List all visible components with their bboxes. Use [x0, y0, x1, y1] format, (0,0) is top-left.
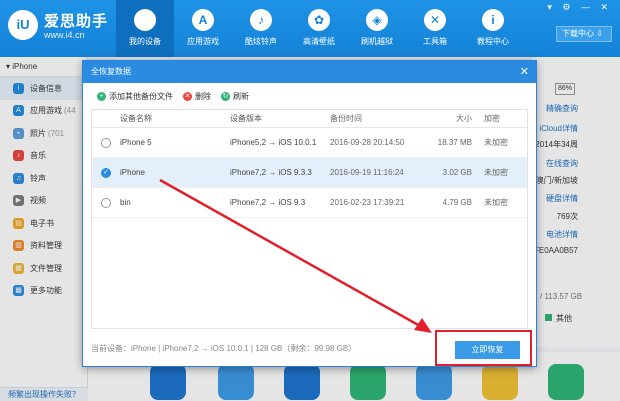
nav-label: 我的设备: [129, 37, 161, 46]
nav-item-0[interactable]: 我的设备: [116, 0, 174, 57]
col-encryption: 加密: [484, 114, 500, 123]
cell-encryption: 未加密: [484, 198, 508, 207]
dialog-toolbar: + 添加其他备份文件 ✕ 删除 ↻ 刷新: [97, 91, 249, 102]
close-icon[interactable]: ✕: [520, 61, 529, 83]
restore-dialog: 全恢复数据 ✕ + 添加其他备份文件 ✕ 删除 ↻ 刷新 设备名称 设备版本 备份时间 大…: [82, 60, 537, 367]
top-bar: iU 爱思助手 www.i4.cn 我的设备 A 应用游戏 ♪ 酷炫铃声 ✿ 高清壁纸 ◈ 刷机…: [0, 0, 620, 57]
brand-url: www.i4.cn: [44, 30, 85, 40]
cell-encryption: 未加密: [484, 168, 508, 177]
apple-icon: [134, 9, 156, 31]
box-icon: ◈: [366, 9, 388, 31]
window-controls[interactable]: ▾ ⚙ — ✕: [547, 2, 612, 13]
table-row[interactable]: bin iPhone7,2 → iOS 9.3 2016-02-23 17:39:2…: [92, 188, 527, 218]
table-header: 设备名称 设备版本 备份时间 大小 加密: [92, 110, 527, 128]
nav-item-3[interactable]: ✿ 高清壁纸: [290, 0, 348, 57]
radio-icon[interactable]: [101, 197, 111, 208]
nav-label: 刷机越狱: [361, 37, 393, 46]
col-size: 大小: [456, 114, 472, 123]
col-device-name: 设备名称: [120, 114, 152, 123]
toolbar-label: 刷新: [233, 92, 249, 101]
row-select-cell[interactable]: ✓: [92, 167, 120, 178]
app-logo: iU: [8, 10, 38, 40]
col-device-version: 设备版本: [230, 114, 262, 123]
toolbar-label: 删除: [195, 92, 211, 101]
dialog-title: 全恢复数据: [91, 67, 131, 76]
annotation-highlight-box: [435, 330, 532, 366]
checked-radio-icon[interactable]: ✓: [101, 167, 111, 178]
nav-item-6[interactable]: i 教程中心: [464, 0, 522, 57]
cell-device-name: iPhone 5: [120, 138, 152, 147]
delete-icon: ✕: [183, 92, 192, 101]
cell-device-version: iPhone7,2 → iOS 9.3: [230, 198, 306, 207]
download-center-button[interactable]: 下载中心 ⇩: [556, 26, 612, 42]
cell-backup-time: 2016-02-23 17:39:21: [330, 198, 405, 207]
cell-backup-time: 2016-09-19 11:16:24: [330, 168, 404, 177]
cell-encryption: 未加密: [484, 138, 508, 147]
table-row[interactable]: iPhone 5 iPhone5,2 → iOS 10.0.1 2016-09-28…: [92, 128, 527, 158]
col-backup-time: 备份时间: [330, 114, 362, 123]
table-row[interactable]: ✓ iPhone iPhone7,2 → iOS 9.3.3 2016-09-19 1…: [92, 158, 527, 188]
cell-size: 3.02 GB: [442, 168, 472, 177]
cell-size: 4.79 GB: [442, 198, 472, 207]
nav-item-4[interactable]: ◈ 刷机越狱: [348, 0, 406, 57]
add-icon: +: [97, 92, 106, 101]
main-nav: 我的设备 A 应用游戏 ♪ 酷炫铃声 ✿ 高清壁纸 ◈ 刷机越狱 ✕ 工具箱 i 教程中心: [116, 0, 522, 57]
nav-item-2[interactable]: ♪ 酷炫铃声: [232, 0, 290, 57]
current-device-info: 当前设备：iPhone | iPhone7,2 → iOS 10.0.1 | 1…: [91, 344, 357, 353]
refresh-icon: ↻: [221, 92, 230, 101]
cell-size: 18.37 MB: [437, 138, 472, 147]
info-icon: i: [482, 9, 504, 31]
refresh-button[interactable]: ↻ 刷新: [221, 91, 249, 102]
row-select-cell[interactable]: [92, 137, 120, 148]
nav-label: 应用游戏: [187, 37, 219, 46]
cell-backup-time: 2016-09-28 20:14:50: [330, 138, 405, 147]
delete-button[interactable]: ✕ 删除: [183, 91, 211, 102]
cell-device-name: iPhone: [120, 168, 145, 177]
flower-icon: ✿: [308, 9, 330, 31]
cell-device-version: iPhone7,2 → iOS 9.3.3: [230, 168, 312, 177]
nav-label: 高清壁纸: [303, 37, 335, 46]
row-select-cell[interactable]: [92, 197, 120, 208]
radio-icon[interactable]: [101, 137, 111, 148]
cell-device-version: iPhone5,2 → iOS 10.0.1: [230, 138, 317, 147]
nav-item-5[interactable]: ✕ 工具箱: [406, 0, 464, 57]
toolbar-label: 添加其他备份文件: [109, 92, 173, 101]
add-backup-button[interactable]: + 添加其他备份文件: [97, 91, 173, 102]
bell-icon: ♪: [250, 9, 272, 31]
backup-table: 设备名称 设备版本 备份时间 大小 加密 iPhone 5 iPhone5,2 →…: [91, 109, 528, 329]
cell-device-name: bin: [120, 198, 131, 207]
nav-item-1[interactable]: A 应用游戏: [174, 0, 232, 57]
tools-icon: ✕: [424, 9, 446, 31]
nav-label: 教程中心: [477, 37, 509, 46]
dialog-header: 全恢复数据 ✕: [83, 61, 536, 83]
app-store-icon: A: [192, 9, 214, 31]
brand-name: 爱思助手: [44, 13, 109, 30]
nav-label: 酷炫铃声: [245, 37, 277, 46]
nav-label: 工具箱: [423, 37, 447, 46]
